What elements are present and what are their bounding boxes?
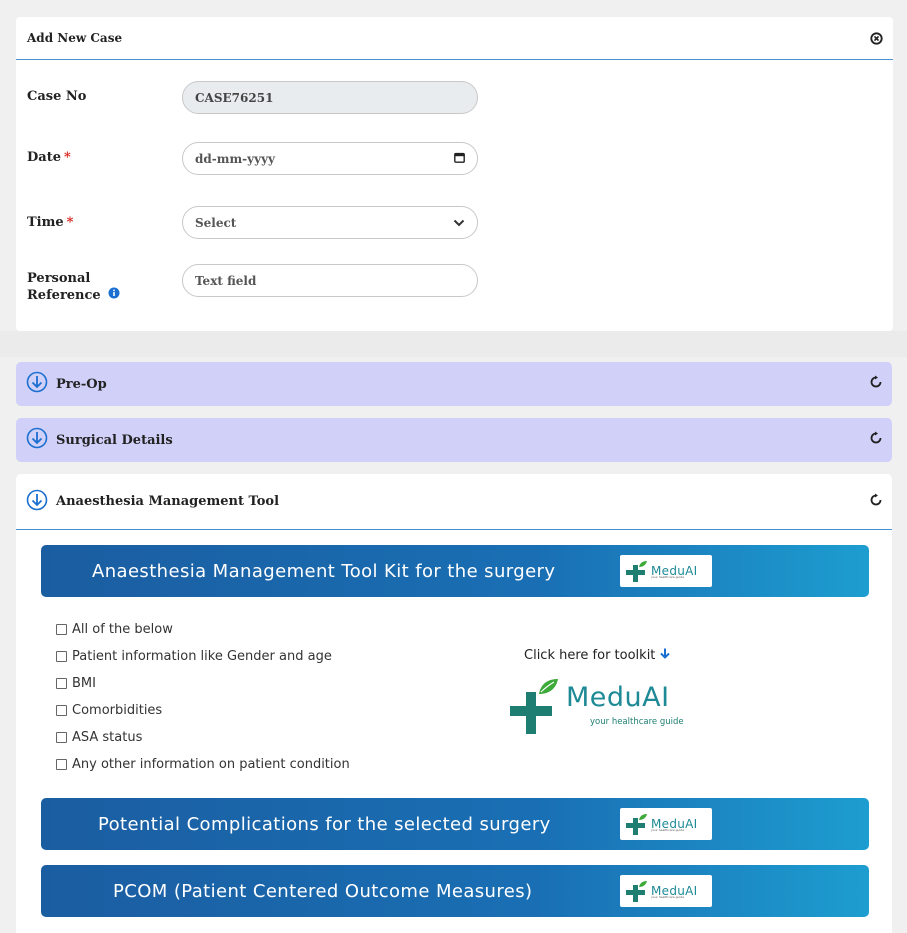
banner-title: PCOM (Patient Centered Outcome Measures) <box>113 880 533 902</box>
accordion-pre-op[interactable]: Pre-Op <box>16 362 892 406</box>
complications-banner[interactable]: Potential Complications for the selected… <box>41 798 869 850</box>
required-mark: * <box>66 215 74 230</box>
arrow-down-circle-icon <box>26 489 48 515</box>
refresh-icon[interactable] <box>869 375 883 393</box>
checkbox[interactable] <box>56 732 67 743</box>
meduai-logo: MeduAI your healthcare guide <box>620 875 712 907</box>
case-no-value: CASE76251 <box>195 90 274 105</box>
banner-title: Anaesthesia Management Tool Kit for the … <box>92 560 556 582</box>
time-label: Time * <box>27 215 74 230</box>
checkbox-label: ASA status <box>72 730 143 745</box>
pcom-banner[interactable]: PCOM (Patient Centered Outcome Measures)… <box>41 865 869 917</box>
case-no-row: Case No <box>27 88 182 105</box>
personal-reference-input[interactable]: Text field <box>182 264 478 297</box>
toolkit-link-text: Click here for toolkit <box>524 648 656 663</box>
checkbox-item[interactable]: Any other information on patient conditi… <box>56 751 350 778</box>
checkbox-item[interactable]: All of the below <box>56 616 350 643</box>
close-icon[interactable] <box>869 31 883 45</box>
date-row: Date * <box>27 149 182 166</box>
refresh-icon[interactable] <box>869 431 883 449</box>
card-header: Add New Case <box>16 17 893 60</box>
meduai-logo: MeduAI your healthcare guide <box>620 808 712 840</box>
accordion-label: Surgical Details <box>56 432 173 448</box>
checkbox-label: BMI <box>72 676 96 691</box>
checkbox-label: Patient information like Gender and age <box>72 649 332 664</box>
refresh-icon[interactable] <box>869 493 883 511</box>
accordion-label: Pre-Op <box>56 376 107 392</box>
time-selected-value: Select <box>195 215 237 230</box>
accordion-label: Anaesthesia Management Tool <box>56 494 280 509</box>
card-title: Add New Case <box>27 31 123 45</box>
date-input[interactable]: dd-mm-yyyy <box>182 142 478 175</box>
checkbox-item[interactable]: ASA status <box>56 724 350 751</box>
checkbox-label: Any other information on patient conditi… <box>72 757 350 772</box>
chevron-down-icon <box>453 216 465 230</box>
section-divider <box>0 331 907 357</box>
case-no-field: CASE76251 <box>182 81 478 114</box>
info-checklist: All of the below Patient information lik… <box>56 616 350 778</box>
checkbox[interactable] <box>56 624 67 635</box>
arrow-down-icon <box>660 648 671 663</box>
checkbox[interactable] <box>56 678 67 689</box>
checkbox[interactable] <box>56 705 67 716</box>
logo-tagline: your healthcare guide <box>651 895 685 899</box>
checkbox-item[interactable]: BMI <box>56 670 350 697</box>
arrow-down-circle-icon <box>26 371 48 397</box>
meduai-logo: MeduAI your healthcare guide <box>620 555 712 587</box>
toolkit-link[interactable]: Click here for toolkit <box>524 648 671 663</box>
date-placeholder: dd-mm-yyyy <box>195 151 276 166</box>
checkbox-item[interactable]: Patient information like Gender and age <box>56 643 350 670</box>
add-case-card: Add New Case Case No CASE76251 Date * dd-… <box>16 17 893 331</box>
meduai-logo[interactable]: MeduAI your healthcare guide <box>508 676 698 736</box>
logo-word: MeduAI <box>566 682 670 713</box>
arrow-down-circle-icon <box>26 427 48 453</box>
accordion-anaesthesia-management-tool[interactable]: Anaesthesia Management Tool <box>16 474 892 530</box>
accordion-surgical-details[interactable]: Surgical Details <box>16 418 892 462</box>
calendar-icon[interactable] <box>454 152 465 166</box>
checkbox-label: Comorbidities <box>72 703 163 718</box>
banner-title: Potential Complications for the selected… <box>98 813 551 835</box>
checkbox[interactable] <box>56 759 67 770</box>
personal-reference-row: Personal Reference <box>27 270 182 304</box>
anaesthesia-tool-body: Anaesthesia Management Tool Kit for the … <box>16 530 892 933</box>
checkbox-item[interactable]: Comorbidities <box>56 697 350 724</box>
personal-reference-placeholder: Text field <box>195 273 257 288</box>
time-row: Time * <box>27 214 182 231</box>
info-icon[interactable] <box>108 287 120 304</box>
checkbox[interactable] <box>56 651 67 662</box>
required-mark: * <box>63 150 71 165</box>
checkbox-label: All of the below <box>72 622 173 637</box>
personal-reference-label: Personal Reference <box>27 270 182 304</box>
case-no-label: Case No <box>27 89 87 104</box>
logo-tagline: your healthcare guide <box>651 575 685 579</box>
logo-tagline: your healthcare guide <box>651 828 685 832</box>
logo-tagline: your healthcare guide <box>590 717 684 727</box>
toolkit-banner[interactable]: Anaesthesia Management Tool Kit for the … <box>41 545 869 597</box>
date-label: Date * <box>27 150 71 165</box>
time-select[interactable]: Select <box>182 206 478 239</box>
